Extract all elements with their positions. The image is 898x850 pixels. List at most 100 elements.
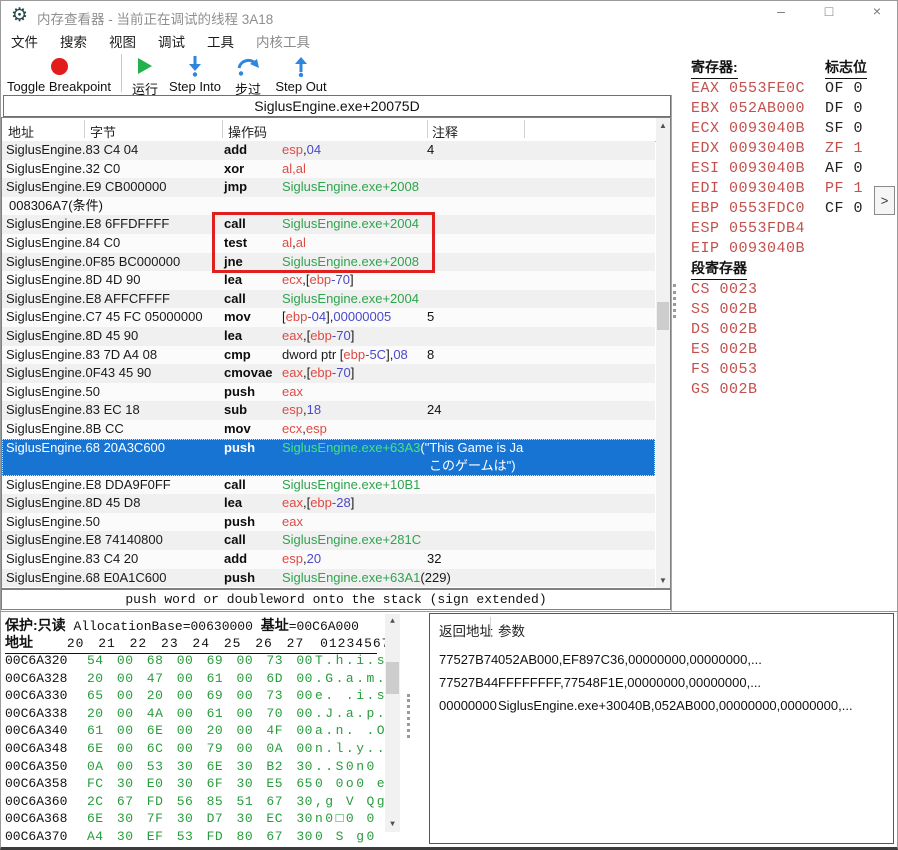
disasm-row[interactable]: SiglusEngine.C7 45 FC 05000000mov[ebp-04… <box>2 308 655 327</box>
scroll-down-arrow[interactable]: ▼ <box>656 573 670 588</box>
hex-address: 00C6A368 <box>5 810 87 828</box>
instruction-address: SiglusEngine.32 C0 <box>2 160 224 179</box>
disasm-row[interactable]: SiglusEngine.83 C4 20addesp,2032 <box>2 550 655 569</box>
cheat-engine-gear-icon: ⚙ <box>11 4 28 27</box>
disasm-row[interactable]: SiglusEngine.8D 45 90leaeax,[ebp-70] <box>2 327 655 346</box>
hex-row[interactable]: 00C6A3602C 67 FD 56 85 51 67 30,g V Qg0 <box>5 793 397 811</box>
disasm-row[interactable]: SiglusEngine.8B CCmovecx,esp <box>2 420 655 439</box>
hex-row[interactable]: 00C6A33065 00 20 00 69 00 73 00e. .i.s. <box>5 687 397 705</box>
scroll-up-arrow[interactable]: ▲ <box>656 118 670 133</box>
segment-register-value[interactable]: DS 002B <box>691 320 758 340</box>
segment-register-value[interactable]: CS 0023 <box>691 280 758 300</box>
segment-register-value[interactable]: ES 002B <box>691 340 758 360</box>
flag-value[interactable]: CF 0 <box>825 199 863 219</box>
address-input[interactable]: SiglusEngine.exe+20075D <box>3 95 671 117</box>
toggle-breakpoint-button[interactable]: Toggle Breakpoint <box>1 53 117 94</box>
menu-item-3[interactable]: 调试 <box>158 31 185 51</box>
register-value[interactable]: ESI 0093040B <box>691 159 805 179</box>
disasm-row[interactable]: SiglusEngine.68 20A3C600pushSiglusEngine… <box>2 439 655 476</box>
disasm-row[interactable]: SiglusEngine.0F85 BC000000jneSiglusEngin… <box>2 253 655 272</box>
instruction-operands: eax,[ebp-28] <box>282 494 655 513</box>
disasm-row[interactable]: SiglusEngine.E8 6FFDFFFFcallSiglusEngine… <box>2 215 655 234</box>
flag-value[interactable]: DF 0 <box>825 99 863 119</box>
maximize-button[interactable]: □ <box>821 3 837 19</box>
hex-scrollbar-thumb[interactable] <box>386 662 399 694</box>
disasm-row[interactable]: 008306A7(条件) <box>2 197 655 216</box>
close-button[interactable]: × <box>869 3 885 19</box>
disasm-row[interactable]: SiglusEngine.8D 45 D8leaeax,[ebp-28] <box>2 494 655 513</box>
hex-scroll-up-arrow[interactable]: ▲ <box>385 614 400 629</box>
hex-row[interactable]: 00C6A358FC 30 E0 30 6F 30 E5 65 0 0o0 e <box>5 775 397 793</box>
register-value[interactable]: ECX 0093040B <box>691 119 805 139</box>
disasm-row[interactable]: SiglusEngine.50pusheax <box>2 513 655 532</box>
hex-row[interactable]: 00C6A370A4 30 EF 53 FD 80 67 30 0 S g0 <box>5 828 397 846</box>
register-value[interactable]: EAX 0553FE0C <box>691 79 805 99</box>
scrollbar-thumb[interactable] <box>657 302 669 330</box>
menu-item-1[interactable]: 搜索 <box>60 31 87 51</box>
instruction-operands: SiglusEngine.exe+281C <box>282 531 655 550</box>
hex-row[interactable]: 00C6A32820 00 47 00 61 00 6D 00 .G.a.m. <box>5 670 397 688</box>
hex-row[interactable]: 00C6A3500A 00 53 30 6E 30 B2 30..S0n0 0 <box>5 758 397 776</box>
vertical-splitter-handle[interactable] <box>673 284 676 318</box>
disasm-row[interactable]: SiglusEngine.68 E0A1C600pushSiglusEngine… <box>2 569 655 588</box>
disasm-row[interactable]: SiglusEngine.50pusheax <box>2 383 655 402</box>
window-title: 内存查看器 - 当前正在调试的线程 3A18 <box>37 8 273 28</box>
menu-item-0[interactable]: 文件 <box>11 31 38 51</box>
stack-row[interactable]: 77527B44FFFFFFFF,77548F1E,00000000,00000… <box>439 671 887 694</box>
disassembly-scrollbar[interactable]: ▲ ▼ <box>656 118 670 588</box>
disasm-row[interactable]: SiglusEngine.32 C0xoral,al <box>2 160 655 179</box>
disasm-row[interactable]: SiglusEngine.83 7D A4 08cmpdword ptr [eb… <box>2 346 655 365</box>
hex-row[interactable]: 00C6A34061 00 6E 00 20 00 4F 00a.n. .O. <box>5 722 397 740</box>
column-header-bytes[interactable]: 字节 <box>90 122 116 141</box>
disasm-row[interactable]: SiglusEngine.0F43 45 90cmovaeeax,[ebp-70… <box>2 364 655 383</box>
column-header-opcode[interactable]: 操作码 <box>228 122 267 141</box>
register-value[interactable]: EIP 0093040B <box>691 239 805 259</box>
column-header-comment[interactable]: 注释 <box>432 122 458 141</box>
column-header-address[interactable]: 地址 <box>8 122 34 141</box>
step-into-button[interactable]: Step Into <box>164 53 226 94</box>
instruction-mnemonic: lea <box>224 271 282 290</box>
disasm-row[interactable]: SiglusEngine.E8 74140800callSiglusEngine… <box>2 531 655 550</box>
disasm-row[interactable]: SiglusEngine.E8 AFFCFFFFcallSiglusEngine… <box>2 290 655 309</box>
flag-value[interactable]: PF 1 <box>825 179 863 199</box>
hex-row[interactable]: 00C6A32054 00 68 00 69 00 73 00T.h.i.s. <box>5 652 397 670</box>
flag-value[interactable]: SF 0 <box>825 119 863 139</box>
hex-scrollbar[interactable]: ▲ ▼ <box>385 614 400 832</box>
return-address-column-header[interactable]: 返回地址 <box>439 620 493 640</box>
hex-address: 00C6A350 <box>5 758 87 776</box>
disasm-row[interactable]: SiglusEngine.E9 CB000000jmpSiglusEngine.… <box>2 178 655 197</box>
minimize-button[interactable]: – <box>773 3 789 19</box>
disasm-row[interactable]: SiglusEngine.E8 DDA9F0FFcallSiglusEngine… <box>2 476 655 495</box>
hex-row[interactable]: 00C6A3686E 30 7F 30 D7 30 EC 30n0□0 0 0 <box>5 810 397 828</box>
disasm-row[interactable]: SiglusEngine.83 EC 18subesp,1824 <box>2 401 655 420</box>
stack-row[interactable]: 77527B74052AB000,EF897C36,00000000,00000… <box>439 648 887 671</box>
disasm-row[interactable]: SiglusEngine.83 C4 04addesp,044 <box>2 141 655 160</box>
hex-row[interactable]: 00C6A33820 00 4A 00 61 00 70 00 .J.a.p. <box>5 705 397 723</box>
register-value[interactable]: ESP 0553FDB4 <box>691 219 805 239</box>
register-value[interactable]: EBX 052AB000 <box>691 99 805 119</box>
stack-row[interactable]: 00000000SiglusEngine.exe+30040B,052AB000… <box>439 694 887 717</box>
register-value[interactable]: EDX 0093040B <box>691 139 805 159</box>
segment-register-value[interactable]: SS 002B <box>691 300 758 320</box>
flag-value[interactable]: ZF 1 <box>825 139 863 159</box>
hex-row[interactable]: 00C6A3486E 00 6C 00 79 00 0A 00n.l.y... <box>5 740 397 758</box>
step-out-button[interactable]: Step Out <box>270 53 332 94</box>
register-value[interactable]: EBP 0553FDC0 <box>691 199 805 219</box>
register-value[interactable]: EDI 0093040B <box>691 179 805 199</box>
instruction-address: SiglusEngine.50 <box>2 513 224 532</box>
expand-registers-button[interactable]: > <box>874 186 895 215</box>
segment-register-value[interactable]: GS 002B <box>691 380 758 400</box>
flag-value[interactable]: OF 0 <box>825 79 863 99</box>
hex-scroll-down-arrow[interactable]: ▼ <box>385 817 400 832</box>
step-over-button[interactable]: 步过 <box>226 53 270 98</box>
flag-value[interactable]: AF 0 <box>825 159 863 179</box>
run-button[interactable]: 运行 <box>126 53 164 98</box>
disasm-row[interactable]: SiglusEngine.8D 4D 90leaecx,[ebp-70] <box>2 271 655 290</box>
menu-item-4[interactable]: 工具 <box>207 31 234 51</box>
parameters-column-header[interactable]: 参数 <box>498 620 525 640</box>
menu-item-2[interactable]: 视图 <box>109 31 136 51</box>
segment-register-value[interactable]: FS 0053 <box>691 360 758 380</box>
bottom-splitter-handle[interactable] <box>407 694 410 738</box>
menu-item-5[interactable]: 内核工具 <box>256 31 310 51</box>
disasm-row[interactable]: SiglusEngine.84 C0testal,al <box>2 234 655 253</box>
